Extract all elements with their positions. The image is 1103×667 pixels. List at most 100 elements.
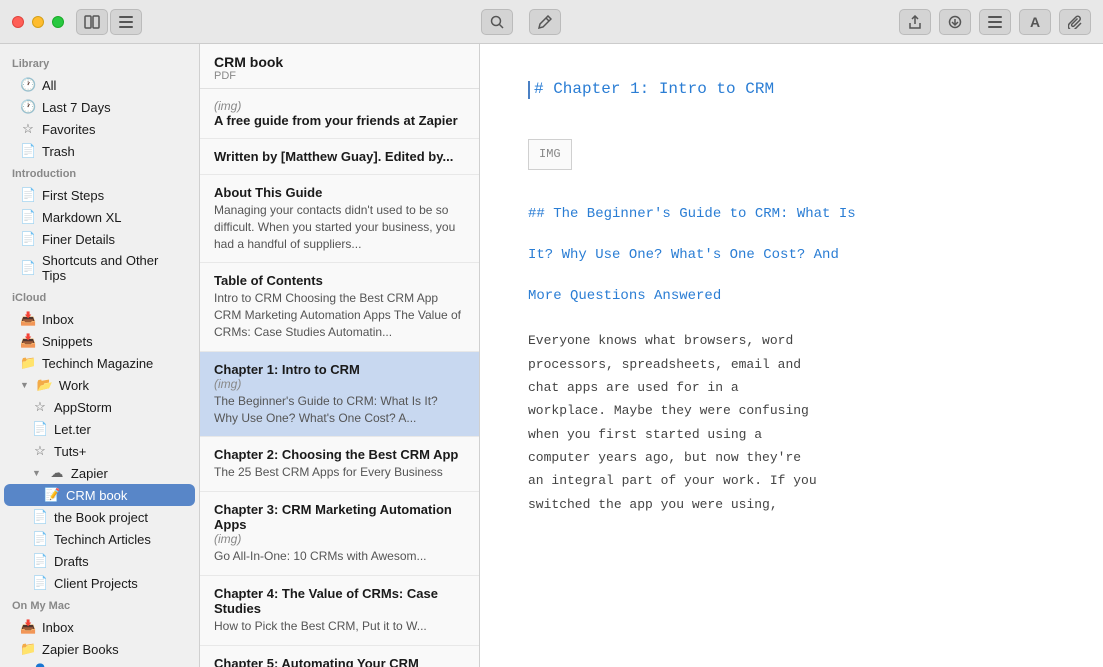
sidebar-item-mac-inbox-label: Inbox: [42, 620, 74, 635]
person-icon: 👤: [32, 663, 48, 667]
sidebar-item-favorites[interactable]: ☆ Favorites: [4, 118, 195, 140]
doc-icon-5: 📄: [20, 260, 36, 276]
content-h1: # Chapter 1: Intro to CRM: [534, 76, 774, 103]
doc-item-4[interactable]: Table of Contents Intro to CRM Choosing …: [200, 263, 479, 351]
doc-item-1-title: A free guide from your friends at Zapier: [214, 113, 465, 128]
content-area[interactable]: # Chapter 1: Intro to CRM IMG ## The Beg…: [480, 44, 1103, 667]
sidebar-item-finerdetails[interactable]: 📄 Finer Details: [4, 228, 195, 250]
sidebar-item-tutsplus-label: Tuts+: [54, 444, 86, 459]
doc-item-chapter2[interactable]: Chapter 2: Choosing the Best CRM App The…: [200, 437, 479, 492]
compose-button[interactable]: [529, 9, 561, 35]
doc-item-chapter3-body: Go All-In-One: 10 CRMs with Awesom...: [214, 548, 465, 565]
content-body-line-2: chat apps are used for in a: [528, 376, 1055, 399]
doc-icon-2: 📄: [20, 187, 36, 203]
menu-button[interactable]: [979, 9, 1011, 35]
doc-item-chapter3-sub: (img): [214, 532, 465, 546]
sidebar-item-markdownxl-label: Markdown XL: [42, 210, 121, 225]
traffic-lights: [12, 16, 64, 28]
doc-item-chapter1-title: Chapter 1: Intro to CRM: [214, 362, 465, 377]
sidebar-item-firststeps[interactable]: 📄 First Steps: [4, 184, 195, 206]
sidebar-item-techinch-label: Techinch Magazine: [42, 356, 153, 371]
sidebar-item-clientprojects[interactable]: 📄 Client Projects: [4, 572, 195, 594]
doc-item-3-body: Managing your contacts didn't used to be…: [214, 202, 465, 252]
content-img-block: IMG: [528, 127, 1055, 181]
star-icon-2: ☆: [32, 399, 48, 415]
doc-item-3-title: About This Guide: [214, 185, 465, 200]
sidebar-item-techincharticles-label: Techinch Articles: [54, 532, 151, 547]
sidebar-item-shortcuts[interactable]: 📄 Shortcuts and Other Tips: [4, 250, 195, 286]
doc-item-1[interactable]: (img) A free guide from your friends at …: [200, 89, 479, 139]
doc-icon-6: 📄: [32, 421, 48, 437]
sidebar-item-markdownxl[interactable]: 📄 Markdown XL: [4, 206, 195, 228]
sidebar-item-mac-inbox[interactable]: 📥 Inbox: [4, 616, 195, 638]
sidebar-item-drafts[interactable]: 📄 Drafts: [4, 550, 195, 572]
sidebar-item-zapierbooks-label: Zapier Books: [42, 642, 119, 657]
folder-open-icon: 📂: [37, 377, 53, 393]
sidebar-item-techinch[interactable]: 📁 Techinch Magazine: [4, 352, 195, 374]
sidebar-item-letter[interactable]: 📄 Let.ter: [4, 418, 195, 440]
sidebar-item-last7-label: Last 7 Days: [42, 100, 111, 115]
titlebar-right-buttons: A: [899, 9, 1091, 35]
sidebar-item-work-label: Work: [59, 378, 89, 393]
download-button[interactable]: [939, 9, 971, 35]
doc-item-chapter5[interactable]: Chapter 5: Automating Your CRM (img) The…: [200, 646, 479, 667]
doc-item-chapter1-sub: (img): [214, 377, 465, 391]
font-button[interactable]: A: [1019, 9, 1051, 35]
sidebar-item-appstorm[interactable]: ☆ AppStorm: [4, 396, 195, 418]
doc-item-4-title: Table of Contents: [214, 273, 465, 288]
sidebar-section-introduction: Introduction: [0, 162, 199, 184]
content-h2-line3: More Questions Answered: [528, 284, 1055, 309]
sidebar-item-bookproject-label: the Book project: [54, 510, 148, 525]
content-body-line-4: when you first started using a: [528, 423, 1055, 446]
content-h2-line1: ## The Beginner's Guide to CRM: What Is: [528, 202, 1055, 227]
doc-item-3[interactable]: About This Guide Managing your contacts …: [200, 175, 479, 263]
doc-item-chapter3[interactable]: Chapter 3: CRM Marketing Automation Apps…: [200, 492, 479, 576]
doc2-icon: 📝: [44, 487, 60, 503]
content-body-line-3: workplace. Maybe they were confusing: [528, 399, 1055, 422]
sidebar-section-onmymac: On My Mac: [0, 594, 199, 616]
sidebar-item-all[interactable]: 🕐 All: [4, 74, 195, 96]
sidebar-item-inbox[interactable]: 📥 Inbox: [4, 308, 195, 330]
main-container: Library 🕐 All 🕐 Last 7 Days ☆ Favorites …: [0, 44, 1103, 667]
doc-item-chapter4-body: How to Pick the Best CRM, Put it to W...: [214, 618, 465, 635]
sidebar-item-zapier[interactable]: ▼ ☁ Zapier: [4, 462, 195, 484]
sidebar-item-bookproject[interactable]: 📄 the Book project: [4, 506, 195, 528]
sidebar-item-zapier-label: Zapier: [71, 466, 108, 481]
sidebar-item-work[interactable]: ▼ 📂 Work: [4, 374, 195, 396]
layout-toggle-button[interactable]: [76, 9, 108, 35]
share-button[interactable]: [899, 9, 931, 35]
doc-item-chapter4[interactable]: Chapter 4: The Value of CRMs: Case Studi…: [200, 576, 479, 646]
doc-item-chapter1[interactable]: Chapter 1: Intro to CRM (img) The Beginn…: [200, 352, 479, 438]
sidebar-item-crmbook[interactable]: 📝 CRM book: [4, 484, 195, 506]
sidebar-item-trash[interactable]: 📄 Trash: [4, 140, 195, 162]
doc-item-chapter4-title: Chapter 4: The Value of CRMs: Case Studi…: [214, 586, 465, 616]
sidebar-item-zapierbooks[interactable]: 📁 Zapier Books: [4, 638, 195, 660]
doc-item-2[interactable]: Written by [Matthew Guay]. Edited by...: [200, 139, 479, 175]
doc-item-chapter3-title: Chapter 3: CRM Marketing Automation Apps: [214, 502, 465, 532]
fullscreen-button[interactable]: [52, 16, 64, 28]
sidebar-item-snippets[interactable]: 📥 Snippets: [4, 330, 195, 352]
doc-item-chapter2-body: The 25 Best CRM Apps for Every Business: [214, 464, 465, 481]
minimize-button[interactable]: [32, 16, 44, 28]
doc-icon-4: 📄: [20, 231, 36, 247]
cloud-icon: ☁: [49, 465, 65, 481]
sidebar: Library 🕐 All 🕐 Last 7 Days ☆ Favorites …: [0, 44, 200, 667]
sidebar-item-last7days[interactable]: 🕐 Last 7 Days: [4, 96, 195, 118]
middle-panel-subtitle: PDF: [214, 70, 465, 82]
close-button[interactable]: [12, 16, 24, 28]
middle-panel-title: CRM book: [214, 54, 465, 70]
sidebar-item-crm[interactable]: 👤 CRM: [4, 660, 195, 667]
layout-toggle-button2[interactable]: [110, 9, 142, 35]
document-list: (img) A free guide from your friends at …: [200, 89, 479, 667]
doc-icon-7: 📄: [32, 509, 48, 525]
sidebar-section-icloud: iCloud: [0, 286, 199, 308]
doc-icon: 📄: [20, 143, 36, 159]
doc-item-4-body: Intro to CRM Choosing the Best CRM App C…: [214, 290, 465, 340]
sidebar-item-letter-label: Let.ter: [54, 422, 91, 437]
search-button[interactable]: [481, 9, 513, 35]
attachment-button[interactable]: [1059, 9, 1091, 35]
sidebar-item-techincharticles[interactable]: 📄 Techinch Articles: [4, 528, 195, 550]
sidebar-item-tutsplus[interactable]: ☆ Tuts+: [4, 440, 195, 462]
sidebar-item-trash-label: Trash: [42, 144, 75, 159]
sidebar-section-library: Library: [0, 52, 199, 74]
